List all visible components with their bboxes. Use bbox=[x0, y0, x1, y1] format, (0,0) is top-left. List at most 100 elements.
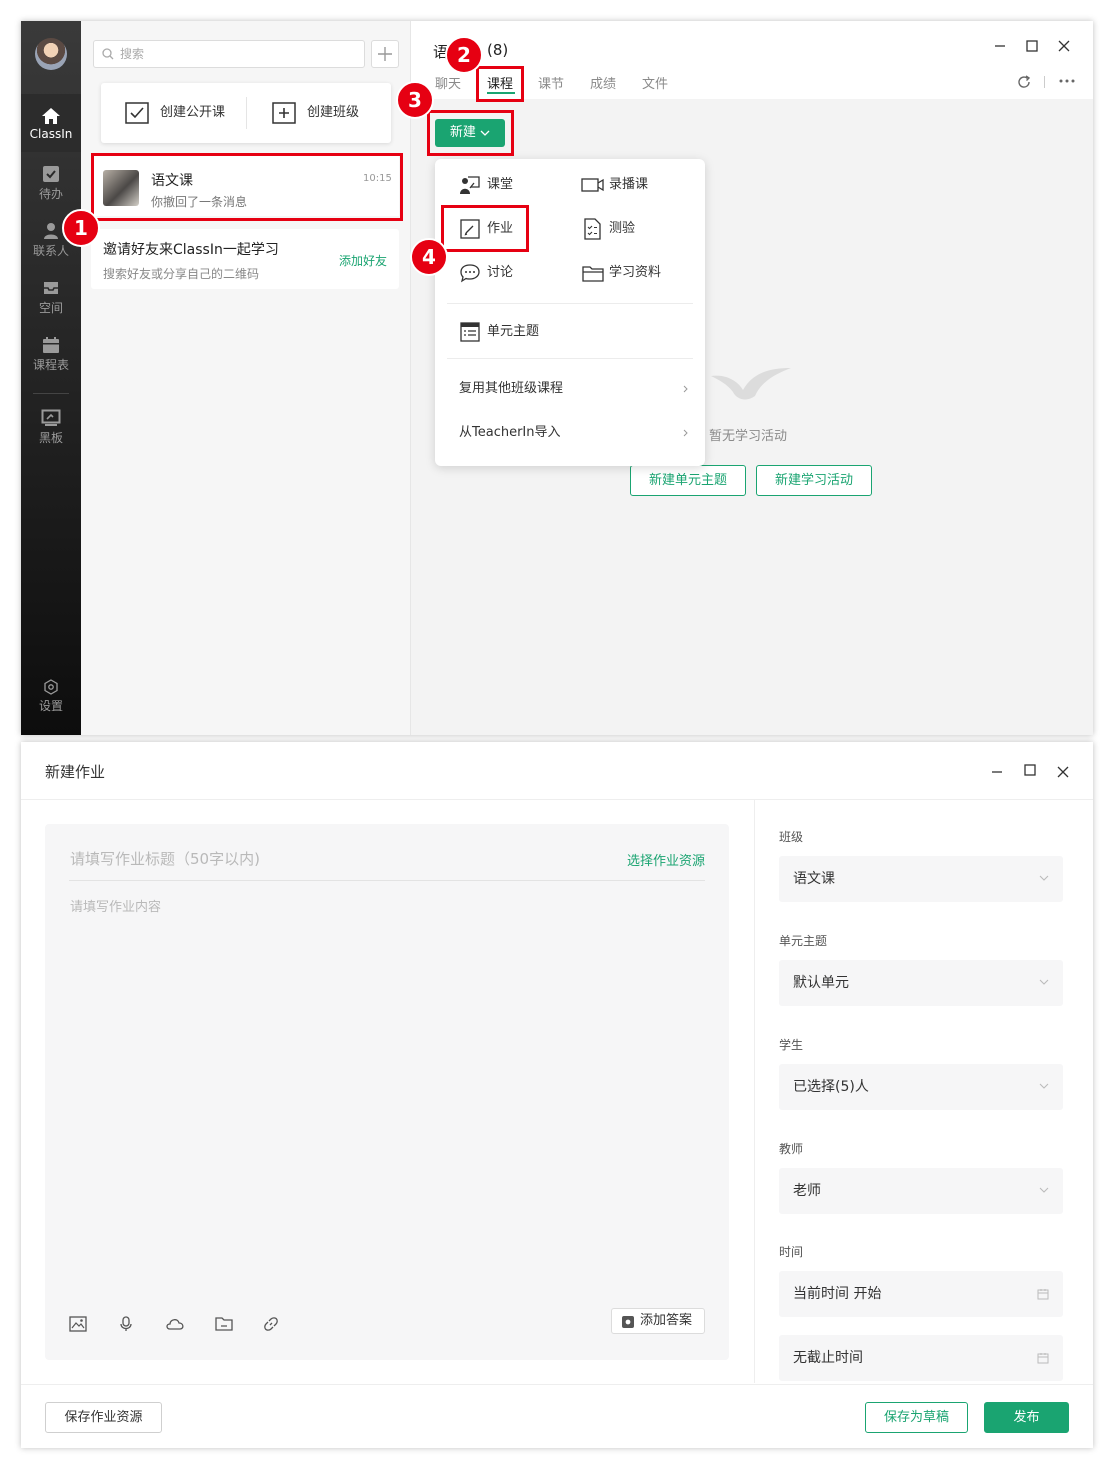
menu-item-reuse-course[interactable]: 复用其他班级课程 bbox=[459, 378, 689, 400]
highlight-box-course-tab bbox=[476, 66, 524, 102]
contacts-icon bbox=[44, 223, 58, 239]
answer-icon bbox=[622, 1316, 634, 1328]
unit-select[interactable]: 默认单元 bbox=[779, 960, 1063, 1006]
create-class-button[interactable]: 创建班级 bbox=[272, 101, 359, 125]
start-time-value: 当前时间 开始 bbox=[793, 1286, 882, 1302]
student-value: 已选择(5)人 bbox=[793, 1079, 869, 1095]
maximize-icon[interactable] bbox=[1025, 39, 1039, 53]
header-divider bbox=[1044, 76, 1045, 88]
add-button[interactable] bbox=[371, 40, 399, 68]
publish-button[interactable]: 发布 bbox=[984, 1402, 1069, 1433]
checkbox-icon bbox=[125, 102, 149, 124]
sidebar-item-settings[interactable]: 设置 bbox=[21, 679, 81, 714]
tab-chat[interactable]: 聊天 bbox=[435, 73, 461, 92]
sidebar-item-label: 课程表 bbox=[32, 358, 69, 372]
close-icon[interactable] bbox=[1056, 765, 1070, 779]
menu-item-quiz[interactable]: 测验 bbox=[581, 218, 691, 240]
refresh-icon[interactable] bbox=[1016, 74, 1032, 90]
sidebar-item-label: 空间 bbox=[38, 301, 63, 315]
sidebar-item-label: 设置 bbox=[38, 699, 63, 713]
tab-lessons[interactable]: 课节 bbox=[538, 73, 564, 92]
step-badge-1: 1 bbox=[62, 209, 100, 247]
menu-item-label: 课堂 bbox=[487, 177, 514, 192]
menu-separator bbox=[447, 303, 693, 304]
home-icon bbox=[42, 108, 60, 124]
select-resource-link[interactable]: 选择作业资源 bbox=[627, 850, 705, 869]
folder-icon[interactable] bbox=[215, 1316, 233, 1332]
add-friend-link[interactable]: 添加好友 bbox=[339, 252, 387, 269]
homework-content-input[interactable]: 请填写作业内容 bbox=[70, 896, 161, 915]
save-resource-button[interactable]: 保存作业资源 bbox=[45, 1402, 162, 1433]
class-select[interactable]: 语文课 bbox=[779, 856, 1063, 902]
link-icon[interactable] bbox=[263, 1316, 279, 1332]
sidebar-item-space[interactable]: 空间 bbox=[21, 279, 81, 316]
plus-square-icon bbox=[272, 102, 296, 124]
menu-item-unit-topic[interactable]: 单元主题 bbox=[459, 321, 579, 343]
minimize-icon[interactable] bbox=[993, 39, 1007, 53]
chevron-down-icon bbox=[1039, 1083, 1049, 1089]
cloud-icon[interactable] bbox=[165, 1316, 185, 1332]
menu-item-discussion[interactable]: 讨论 bbox=[459, 262, 559, 284]
highlight-box-chat-item bbox=[91, 153, 403, 221]
homework-title-input[interactable]: 请填写作业标题（50字以内) bbox=[70, 848, 260, 869]
menu-item-import-teacherin[interactable]: 从TeacherIn导入 bbox=[459, 422, 689, 444]
tab-grades[interactable]: 成绩 bbox=[590, 73, 616, 92]
course-title-count: (8) bbox=[487, 41, 509, 59]
highlight-box-homework bbox=[441, 205, 529, 252]
new-learning-activity-button[interactable]: 新建学习活动 bbox=[756, 465, 872, 496]
more-icon[interactable] bbox=[1059, 79, 1075, 83]
list-icon bbox=[460, 322, 480, 342]
empty-state-logo bbox=[711, 366, 791, 404]
time-label: 时间 bbox=[779, 1245, 804, 1259]
search-icon bbox=[102, 48, 114, 60]
save-draft-button[interactable]: 保存为草稿 bbox=[865, 1402, 968, 1433]
avatar[interactable] bbox=[35, 38, 67, 70]
search-input[interactable]: 搜索 bbox=[93, 40, 365, 68]
image-icon[interactable] bbox=[69, 1316, 87, 1332]
card-divider bbox=[246, 97, 247, 129]
menu-item-recorded[interactable]: 录播课 bbox=[581, 174, 691, 196]
close-icon[interactable] bbox=[1057, 39, 1071, 53]
maximize-icon[interactable] bbox=[1023, 763, 1037, 777]
create-class-label: 创建班级 bbox=[307, 105, 360, 120]
tab-files[interactable]: 文件 bbox=[642, 73, 668, 92]
inbox-icon bbox=[44, 282, 58, 294]
menu-item-label: 录播课 bbox=[609, 177, 649, 192]
calendar-icon bbox=[1037, 1289, 1049, 1300]
sidebar-divider bbox=[33, 393, 69, 394]
step-badge-3: 3 bbox=[396, 81, 434, 119]
teacher-select[interactable]: 老师 bbox=[779, 1168, 1063, 1214]
sidebar-item-blackboard[interactable]: 黑板 bbox=[21, 409, 81, 446]
sidebar-item-classin[interactable]: ClassIn bbox=[21, 94, 81, 152]
minimize-icon[interactable] bbox=[990, 764, 1004, 778]
calendar-icon bbox=[43, 337, 59, 353]
header-divider bbox=[21, 799, 1093, 800]
new-homework-window: 新建作业 请填写作业标题（50字以内) 选择作业资源 请填写作业内容 添加答案 … bbox=[21, 742, 1093, 1448]
class-value: 语文课 bbox=[793, 871, 835, 887]
menu-item-materials[interactable]: 学习资料 bbox=[581, 262, 691, 284]
chat-bubble-icon bbox=[460, 264, 480, 283]
invite-card: 邀请好友来ClassIn一起学习 搜索好友或分享自己的二维码 添加好友 bbox=[91, 229, 399, 289]
sidebar-item-schedule[interactable]: 课程表 bbox=[21, 336, 81, 373]
sidebar-item-todo[interactable]: 待办 bbox=[21, 165, 81, 202]
microphone-icon[interactable] bbox=[119, 1316, 133, 1332]
create-open-class-button[interactable]: 创建公开课 bbox=[125, 101, 225, 125]
chevron-right-icon bbox=[683, 385, 688, 393]
unit-value: 默认单元 bbox=[793, 975, 849, 991]
highlight-box-new-button bbox=[427, 110, 514, 156]
calendar-icon bbox=[1037, 1353, 1049, 1364]
step-badge-2: 2 bbox=[445, 36, 483, 74]
class-label: 班级 bbox=[779, 830, 804, 844]
student-select[interactable]: 已选择(5)人 bbox=[779, 1064, 1063, 1110]
new-unit-topic-button[interactable]: 新建单元主题 bbox=[630, 465, 746, 496]
panel-divider bbox=[754, 800, 755, 1383]
invite-title: 邀请好友来ClassIn一起学习 bbox=[103, 242, 279, 258]
unit-label: 单元主题 bbox=[779, 934, 828, 948]
menu-item-label: 测验 bbox=[609, 221, 636, 236]
start-time-picker[interactable]: 当前时间 开始 bbox=[779, 1271, 1063, 1317]
end-time-picker[interactable]: 无截止时间 bbox=[779, 1335, 1063, 1381]
classin-main-window: ClassIn 待办 联系人 空间 课程表 黑板 设置 搜索 创建公开课 创建班… bbox=[21, 21, 1093, 735]
add-answer-button[interactable]: 添加答案 bbox=[611, 1308, 705, 1334]
menu-item-classroom[interactable]: 课堂 bbox=[459, 174, 559, 196]
sidebar-item-label: 联系人 bbox=[32, 244, 69, 258]
